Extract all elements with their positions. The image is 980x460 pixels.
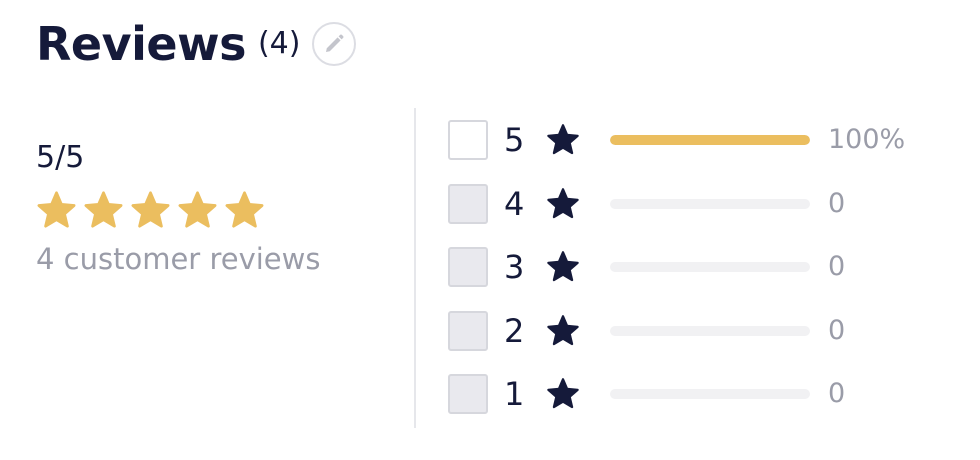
- rating-filter-checkbox[interactable]: [448, 120, 488, 160]
- reviews-header: Reviews (4): [36, 14, 357, 74]
- rating-filter-list: 5 100% 4 0 3 0 2 0 1 0: [448, 119, 905, 437]
- rating-filter-checkbox[interactable]: [448, 247, 488, 287]
- star-level-label: 2: [504, 311, 525, 350]
- star-icon: [547, 378, 579, 409]
- rating-percentage: 0: [828, 251, 846, 282]
- star-icon: [547, 187, 579, 218]
- star-icon: [547, 124, 579, 155]
- rating-row-5[interactable]: 5 100%: [448, 119, 905, 161]
- divider: [414, 108, 416, 428]
- star-level-label: 1: [504, 375, 525, 413]
- rating-filter-checkbox[interactable]: [448, 310, 488, 351]
- reviews-title: Reviews: [36, 17, 246, 71]
- rating-bar-track: [610, 198, 810, 209]
- rating-row-4[interactable]: 40: [448, 183, 905, 225]
- rating-percentage: 100%: [828, 124, 906, 155]
- average-star-rating: [36, 190, 320, 231]
- average-score: 5/5: [36, 140, 85, 175]
- star-icon: [178, 191, 217, 228]
- rating-row-2[interactable]: 20: [448, 310, 905, 352]
- rating-row-3[interactable]: 30: [448, 246, 905, 288]
- star-icon: [547, 251, 579, 282]
- rating-bar-track: [610, 262, 810, 272]
- rating-filter-checkbox[interactable]: [448, 374, 488, 414]
- star-icon: [547, 314, 579, 345]
- rating-percentage: 0: [828, 314, 846, 346]
- rating-filter-checkbox[interactable]: [448, 183, 488, 224]
- pencil-icon: [326, 34, 344, 52]
- star-icon: [225, 191, 264, 228]
- star-level-label: 5: [504, 121, 525, 159]
- rating-percentage: 0: [828, 378, 846, 409]
- edit-button[interactable]: [312, 22, 357, 66]
- reviews-count: (4): [257, 26, 301, 61]
- review-count-text: 4 customer reviews: [36, 242, 321, 276]
- rating-percentage: 0: [828, 187, 846, 219]
- star-level-label: 4: [504, 184, 525, 223]
- reviews-widget: Reviews (4) 5/5 4 customer reviews 5 100%…: [0, 0, 980, 460]
- rating-bar-track: [610, 389, 810, 399]
- star-icon: [84, 191, 123, 228]
- rating-row-1[interactable]: 10: [448, 373, 905, 415]
- rating-summary: 5/5 4 customer reviews: [36, 138, 320, 279]
- rating-bar-fill: [610, 135, 810, 145]
- star-icon: [131, 191, 170, 228]
- rating-bar-track: [610, 325, 810, 336]
- star-icon: [37, 191, 76, 228]
- star-level-label: 3: [504, 248, 525, 286]
- rating-bar-track: [610, 135, 810, 145]
